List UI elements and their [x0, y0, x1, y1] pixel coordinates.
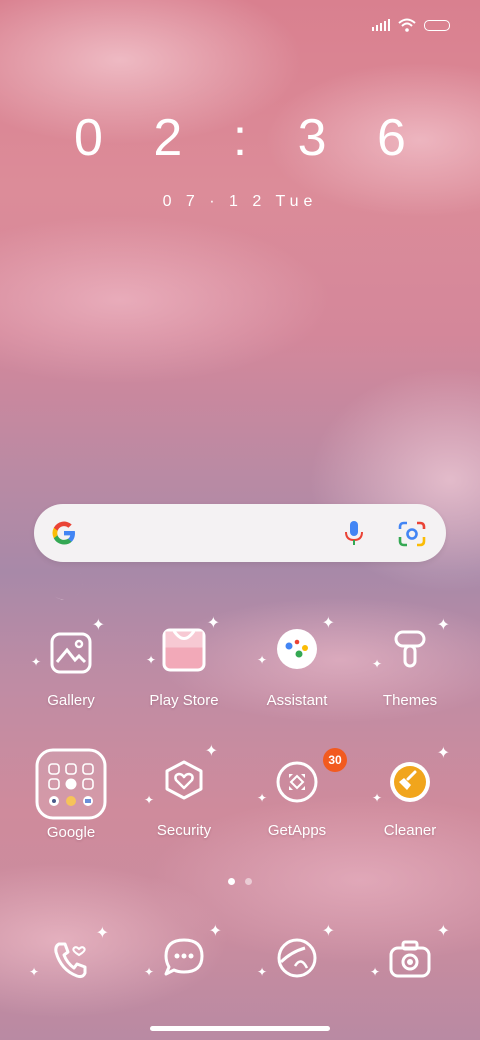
app-gallery[interactable]: ✦ ✦ Gallery [15, 618, 127, 710]
app-label: Google [46, 824, 96, 841]
notification-badge: 30 [323, 748, 347, 772]
page-indicator [0, 878, 480, 885]
home-indicator[interactable] [150, 1026, 330, 1031]
themes-icon [394, 630, 426, 668]
sparkle-icon: ✦ [372, 791, 383, 805]
sparkle-icon: ✦ [257, 791, 268, 805]
sparkle-icon: ✦ [372, 657, 383, 671]
app-label: Gallery [47, 692, 95, 709]
sparkle-icon: ✦ [370, 965, 381, 979]
wifi-icon [398, 18, 416, 32]
sparkle-icon: ✦ [204, 743, 218, 760]
assistant-icon [277, 629, 317, 669]
camera-icon [389, 940, 431, 978]
app-play-store[interactable]: ✦ ✦ Play Store [128, 616, 240, 710]
sparkle-icon: ✦ [208, 923, 222, 940]
app-cleaner[interactable]: ✦ ✦ Cleaner [354, 746, 466, 840]
page-dot [245, 878, 252, 885]
app-label: Play Store [149, 692, 219, 709]
getapps-icon [276, 761, 318, 803]
sparkle-icon: ✦ [321, 615, 335, 632]
app-folder-google[interactable]: Google [15, 748, 127, 841]
sparkle-icon: ✦ [29, 965, 40, 979]
sparkle-icon: ✦ [31, 655, 42, 669]
dock-browser[interactable]: ✦ ✦ [241, 924, 353, 992]
sparkle-icon: ✦ [257, 965, 268, 979]
google-icon [52, 521, 75, 545]
sparkle-icon: ✦ [257, 653, 268, 667]
messages-icon [164, 938, 204, 976]
app-getapps[interactable]: 30 ✦ GetApps [241, 748, 353, 839]
moon-decoration [52, 570, 83, 600]
sparkle-icon: ✦ [321, 923, 335, 940]
signal-icon [372, 19, 390, 31]
sparkle-icon: ✦ [95, 925, 109, 942]
sparkle-icon: ✦ [436, 923, 450, 940]
app-label: GetApps [267, 822, 327, 839]
app-label: Assistant [266, 692, 328, 709]
lens-icon[interactable] [398, 521, 426, 547]
dock-camera[interactable]: ✦ ✦ [354, 924, 466, 992]
app-assistant[interactable]: ✦ ✦ Assistant [241, 616, 353, 710]
page-dot-active [228, 878, 235, 885]
app-label: Themes [382, 692, 438, 709]
sparkle-icon: ✦ [91, 617, 105, 634]
app-themes[interactable]: ✦ ✦ Themes [354, 618, 466, 710]
sparkle-icon: ✦ [436, 745, 450, 762]
google-folder-icon [35, 748, 107, 820]
date-text[interactable]: 0 7 · 1 2 Tue [0, 193, 480, 211]
play-store-icon [162, 628, 206, 672]
dock-messages[interactable]: ✦ ✦ [128, 924, 240, 992]
status-bar [372, 18, 450, 32]
clock-widget[interactable]: 0 2 : 3 6 [0, 108, 480, 168]
sparkle-icon: ✦ [146, 653, 157, 667]
app-label: Cleaner [383, 822, 437, 839]
gallery-icon [50, 632, 92, 674]
browser-icon [277, 938, 317, 978]
mic-icon[interactable] [342, 519, 366, 547]
security-icon [165, 760, 203, 800]
battery-icon [424, 19, 450, 31]
sparkle-icon: ✦ [436, 617, 450, 634]
sparkle-icon: ✦ [206, 615, 220, 632]
google-search-bar[interactable] [34, 504, 446, 562]
sparkle-icon: ✦ [144, 965, 155, 979]
cleaner-icon [390, 762, 430, 802]
phone-icon [54, 942, 87, 979]
dock-phone[interactable]: ✦ ✦ [15, 926, 127, 992]
app-label: Security [156, 822, 212, 839]
app-security[interactable]: ✦ ✦ Security [128, 744, 240, 840]
sparkle-icon: ✦ [144, 793, 155, 807]
